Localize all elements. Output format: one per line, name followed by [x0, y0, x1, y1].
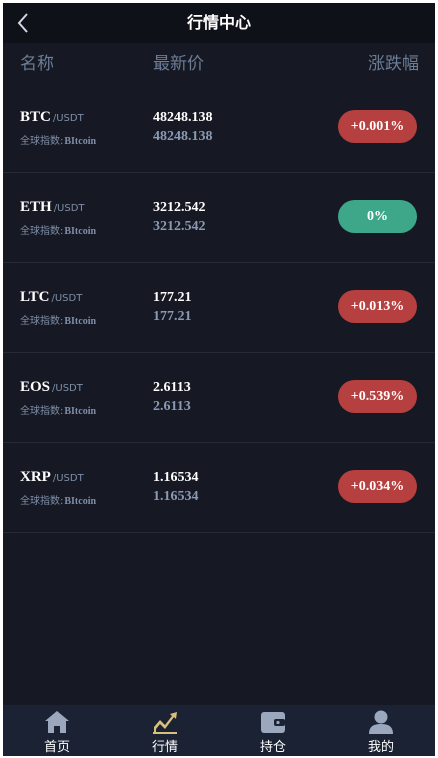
latest-price: 1.16534: [153, 470, 199, 485]
coin-symbol: EOS: [20, 379, 51, 395]
global-index: 全球指数:BItcoin: [20, 492, 96, 507]
global-index: 全球指数:BItcoin: [20, 312, 96, 327]
user-icon: [369, 710, 393, 734]
page-title: 行情中心: [186, 13, 251, 32]
global-index: 全球指数:BItcoin: [20, 222, 96, 237]
market-row[interactable]: ETH/USDT 全球指数:BItcoin 3212.542 3212.542 …: [3, 173, 435, 263]
column-header-change: 涨跌幅: [368, 54, 419, 74]
change-badge: +0.001%: [338, 110, 417, 143]
change-badge: 0%: [338, 200, 417, 233]
index-value: BItcoin: [64, 406, 97, 417]
global-index: 全球指数:BItcoin: [20, 402, 96, 417]
coin-symbol: LTC: [20, 289, 50, 305]
quote-currency: /USDT: [52, 383, 83, 394]
latest-price: 2.6113: [153, 380, 191, 395]
top-navbar: 行情中心: [3, 3, 435, 43]
tab-label: 行情: [151, 740, 178, 755]
coin-symbol: BTC: [20, 109, 51, 125]
latest-price-secondary: 48248.138: [153, 129, 213, 144]
tab-label: 持仓: [259, 740, 286, 755]
column-header-price: 最新价: [153, 54, 204, 74]
tab-profile[interactable]: 我的: [327, 705, 435, 756]
market-list: BTC/USDT 全球指数:BItcoin 48248.138 48248.13…: [3, 83, 435, 533]
tab-home[interactable]: 首页: [3, 705, 111, 756]
coin-pair: EOS/USDT: [20, 378, 83, 396]
coin-pair: ETH/USDT: [20, 198, 85, 216]
market-row[interactable]: XRP/USDT 全球指数:BItcoin 1.16534 1.16534 +0…: [3, 443, 435, 533]
tab-market[interactable]: 行情: [111, 705, 219, 756]
index-label: 全球指数:: [20, 136, 64, 147]
index-value: BItcoin: [64, 496, 97, 507]
index-label: 全球指数:: [20, 226, 64, 237]
quote-currency: /USDT: [52, 113, 84, 124]
market-row[interactable]: EOS/USDT 全球指数:BItcoin 2.6113 2.6113 +0.5…: [3, 353, 435, 443]
latest-price-secondary: 2.6113: [153, 399, 191, 414]
tab-label: 首页: [43, 740, 70, 755]
latest-price: 48248.138: [153, 110, 213, 125]
market-row[interactable]: LTC/USDT 全球指数:BItcoin 177.21 177.21 +0.0…: [3, 263, 435, 353]
latest-price-secondary: 177.21: [153, 309, 192, 324]
quote-currency: /USDT: [53, 203, 85, 214]
change-badge: +0.539%: [338, 380, 417, 413]
coin-symbol: ETH: [20, 199, 52, 215]
quote-currency: /USDT: [51, 293, 83, 304]
index-value: BItcoin: [64, 136, 97, 147]
index-label: 全球指数:: [20, 316, 64, 327]
global-index: 全球指数:BItcoin: [20, 132, 96, 147]
latest-price-secondary: 1.16534: [153, 489, 199, 504]
quote-currency: /USDT: [52, 473, 84, 484]
home-icon: [45, 711, 69, 733]
app-screen: 行情中心 名称 最新价 涨跌幅 BTC/USDT 全球指数:BItcoin 48…: [3, 3, 435, 756]
change-badge: +0.034%: [338, 470, 417, 503]
latest-price: 177.21: [153, 290, 192, 305]
index-label: 全球指数:: [20, 406, 64, 417]
latest-price-secondary: 3212.542: [153, 219, 206, 234]
bottom-tab-bar: 首页 行情 持仓 我的: [3, 705, 435, 756]
change-badge: +0.013%: [338, 290, 417, 323]
index-value: BItcoin: [64, 226, 97, 237]
tab-label: 我的: [367, 740, 394, 755]
index-value: BItcoin: [64, 316, 97, 327]
chart-icon: [153, 712, 177, 734]
coin-symbol: XRP: [20, 469, 51, 485]
coin-pair: BTC/USDT: [20, 108, 84, 126]
index-label: 全球指数:: [20, 496, 64, 507]
column-header-name: 名称: [20, 54, 54, 74]
coin-pair: XRP/USDT: [20, 468, 84, 486]
latest-price: 3212.542: [153, 200, 206, 215]
coin-pair: LTC/USDT: [20, 288, 82, 306]
tab-holdings[interactable]: 持仓: [219, 705, 327, 756]
market-row[interactable]: BTC/USDT 全球指数:BItcoin 48248.138 48248.13…: [3, 83, 435, 173]
wallet-icon: [261, 712, 285, 733]
